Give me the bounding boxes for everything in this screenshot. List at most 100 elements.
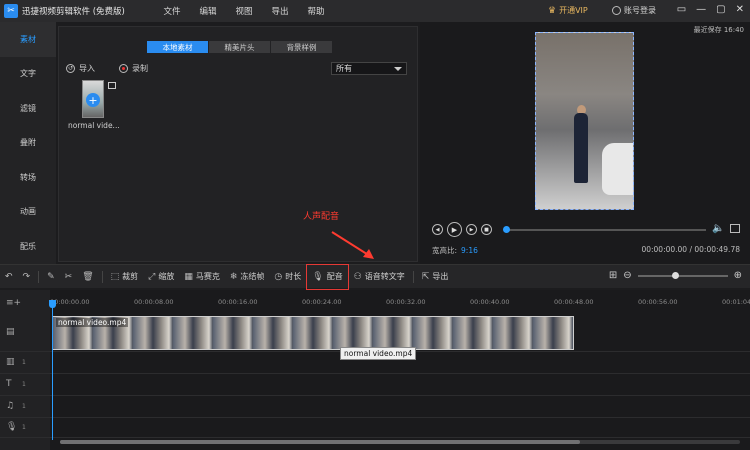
zoom-in-icon[interactable]: ⊕ <box>734 270 742 281</box>
record-label: 录制 <box>132 64 148 73</box>
toolbar-divider <box>412 270 414 283</box>
speech-icon: ⚇ <box>353 271 362 282</box>
music-note-icon: ♫ <box>6 401 15 411</box>
export-button[interactable]: ⇱ 导出 <box>417 265 454 289</box>
export-icon: ⇱ <box>421 271 430 282</box>
autosave-time: 最近保存 16:40 <box>693 26 744 34</box>
add-track-icon[interactable]: ≡+ <box>6 298 21 308</box>
maximize-icon[interactable]: ▢ <box>716 4 725 15</box>
timeline-zoom: ⊞ ⊖ ⊕ <box>609 270 742 281</box>
voice-track[interactable]: 🎙 1 <box>0 418 750 438</box>
playback-progress[interactable] <box>503 226 706 233</box>
progress-knob[interactable] <box>503 226 510 233</box>
film-icon: ▤ <box>6 327 15 337</box>
fullscreen-icon[interactable] <box>730 224 740 233</box>
zoom-button[interactable]: ⤢ 缩放 <box>143 265 179 289</box>
text-track[interactable]: T 1 <box>0 374 750 396</box>
menu-export[interactable]: 导出 <box>262 5 298 17</box>
sidebar-item-media[interactable]: 素材 <box>0 22 56 57</box>
clock-icon: ◷ <box>274 271 283 282</box>
aspect-ratio-value[interactable]: 9:16 <box>461 246 478 255</box>
toolbar-divider <box>38 270 40 283</box>
playback-controls: ◀ ▶ ▶ ■ <box>432 222 492 237</box>
mosaic-button[interactable]: ▦ 马赛克 <box>179 265 225 289</box>
previous-frame-icon[interactable]: ◀ <box>432 224 443 235</box>
voiceover-button[interactable]: 🎙 配音 <box>306 263 349 290</box>
video-clip[interactable] <box>52 316 574 350</box>
track-count: 1 <box>22 403 26 410</box>
sidebar-item-text[interactable]: 文字 <box>0 57 56 92</box>
crop-button[interactable]: ⬚ 裁剪 <box>106 265 144 289</box>
menu-file[interactable]: 文件 <box>154 5 190 17</box>
zoom-slider[interactable] <box>637 271 728 279</box>
delete-button[interactable]: 🗑 <box>77 265 98 289</box>
sidebar-item-music[interactable]: 配乐 <box>0 229 56 264</box>
crop-icon: ⬚ <box>110 271 120 282</box>
ruler-tick: 00:00:08.00 <box>134 298 174 306</box>
clip-tooltip: normal video.mp4 <box>340 347 417 360</box>
screen-icon[interactable]: ▭ <box>677 4 686 15</box>
volume-icon[interactable]: 🔈 <box>712 223 724 234</box>
sidebar-item-animation[interactable]: 动画 <box>0 195 56 230</box>
ruler-tick: 00:00:48.00 <box>554 298 594 306</box>
record-button[interactable]: 录制 <box>119 63 148 74</box>
undo-icon: ↶ <box>5 271 13 282</box>
mosaic-label: 马赛克 <box>195 272 220 281</box>
zoom-out-icon[interactable]: ⊖ <box>623 270 631 281</box>
media-filter-select[interactable]: 所有 <box>331 62 407 75</box>
speech-to-text-button[interactable]: ⚇ 语音转文字 <box>349 265 410 289</box>
sidebar-item-overlay[interactable]: 叠附 <box>0 126 56 161</box>
ruler-tick: 00:00:16.00 <box>218 298 258 306</box>
vip-button[interactable]: ♛ 开通VIP <box>548 5 588 16</box>
track-count: 1 <box>22 359 26 366</box>
menu-view[interactable]: 视图 <box>226 5 262 17</box>
redo-button[interactable]: ↷ <box>18 265 36 289</box>
scrollbar-thumb[interactable] <box>60 440 580 444</box>
track-count: 1 <box>22 381 26 388</box>
import-icon: ↺ <box>66 64 75 73</box>
sidebar-item-filter[interactable]: 滤镜 <box>0 91 56 126</box>
clip-name: normal video.mp4 <box>56 318 129 327</box>
ruler-tick: 00:00:40.00 <box>470 298 510 306</box>
aspect-ratio-label: 宽高比: <box>432 246 458 255</box>
track-count: 1 <box>22 424 26 431</box>
duration-button[interactable]: ◷ 时长 <box>269 265 306 289</box>
tab-intros[interactable]: 精美片头 <box>209 41 270 53</box>
menu-bar: 文件 编辑 视图 导出 帮助 <box>154 5 334 17</box>
undo-button[interactable]: ↶ <box>0 265 18 289</box>
media-tabs: 本地素材 精美片头 背景样例 <box>147 41 333 53</box>
tab-local-media[interactable]: 本地素材 <box>147 41 208 53</box>
edit-button[interactable]: ✎ <box>42 265 60 289</box>
ruler-tick: 00:00:56.00 <box>638 298 678 306</box>
next-frame-icon[interactable]: ▶ <box>466 224 477 235</box>
freeze-frame-button[interactable]: ❄ 冻结帧 <box>225 265 270 289</box>
trash-icon: 🗑 <box>82 271 94 282</box>
time-ruler[interactable]: 00:00:00.00 00:00:08.00 00:00:16.00 00:0… <box>50 298 750 314</box>
playhead[interactable] <box>49 300 56 440</box>
chevron-down-icon <box>394 66 402 71</box>
import-button[interactable]: ↺ 导入 <box>66 63 95 74</box>
minimize-icon[interactable]: — <box>696 4 706 15</box>
tab-backgrounds[interactable]: 背景样例 <box>271 41 332 53</box>
aspect-ratio: 宽高比: 9:16 <box>432 245 478 256</box>
login-button[interactable]: 账号登录 <box>612 5 656 16</box>
text-track-icon: T <box>6 379 12 389</box>
split-button[interactable]: ✂ <box>60 265 78 289</box>
add-to-timeline-icon[interactable]: + <box>86 93 100 107</box>
close-icon[interactable]: ✕ <box>736 4 744 15</box>
zoom-slider-knob[interactable] <box>672 271 680 279</box>
play-icon[interactable]: ▶ <box>447 222 462 237</box>
media-thumbnail[interactable]: + <box>82 80 104 118</box>
timeline-scrollbar[interactable] <box>60 440 740 444</box>
mosaic-icon: ▦ <box>184 271 193 282</box>
fit-icon[interactable]: ⊞ <box>609 270 617 281</box>
stop-icon[interactable]: ■ <box>481 224 492 235</box>
menu-help[interactable]: 帮助 <box>298 5 334 17</box>
video-preview[interactable] <box>535 32 634 210</box>
login-label: 账号登录 <box>624 6 656 15</box>
music-track[interactable]: ♫ 1 <box>0 396 750 418</box>
crown-icon: ♛ <box>548 5 557 16</box>
sidebar-item-transition[interactable]: 转场 <box>0 160 56 195</box>
menu-edit[interactable]: 编辑 <box>190 5 226 17</box>
toolbar-divider <box>101 270 103 283</box>
